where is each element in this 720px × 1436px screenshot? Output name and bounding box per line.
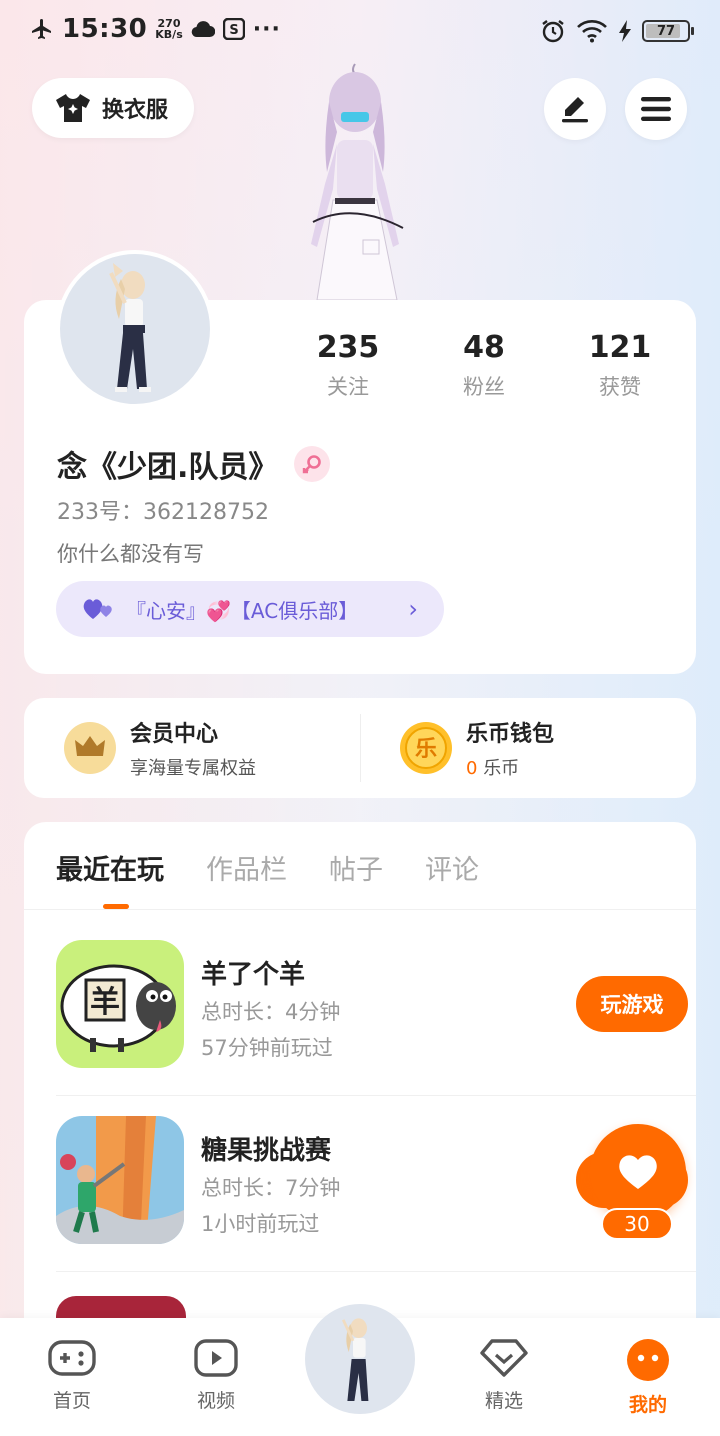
change-outfit-button[interactable]: 换衣服 (32, 78, 194, 138)
hamburger-menu-icon (641, 97, 671, 121)
followers-label: 粉丝 (463, 375, 505, 399)
avatar-frame[interactable] (56, 250, 214, 408)
heart-icon (619, 1155, 657, 1189)
likes-stat[interactable]: 121 获赞 (552, 330, 688, 401)
svg-text:羊: 羊 (90, 985, 120, 1020)
game-duration: 总时长：7分钟 (201, 1176, 341, 1200)
game-name: 羊了个羊 (201, 960, 306, 990)
nav-mine[interactable]: 我的 (603, 1338, 693, 1417)
character-figure[interactable] (283, 62, 428, 302)
following-label: 关注 (327, 375, 369, 399)
sheep-game-icon: 羊 (56, 940, 184, 1068)
likes-label: 获赞 (599, 375, 641, 399)
hearts-icon (83, 599, 112, 619)
battery-indicator: 77 (642, 20, 694, 42)
status-bar: 15:30 270 KB/s S ··· 77 (0, 0, 720, 64)
game-duration: 总时长：4分钟 (201, 1000, 341, 1024)
net-speed: 270 KB/s (155, 17, 183, 41)
club-badge-button[interactable]: 『心安』💞【AC俱乐部】 › (56, 581, 444, 637)
female-gender-icon (294, 446, 331, 482)
cloud-icon (191, 21, 215, 38)
crown-icon (64, 722, 116, 774)
featured-gem-icon (480, 1339, 528, 1377)
nav-video[interactable]: 视频 (171, 1338, 261, 1413)
avatar-figure (109, 263, 151, 392)
nickname: 念《少团.队员》 (57, 450, 279, 485)
user-id: 233号：362128752 (57, 500, 269, 525)
nav-center-avatar[interactable] (305, 1304, 415, 1414)
content-tabs: 最近在玩 作品栏 帖子 评论 (24, 822, 696, 910)
chevron-right-icon: › (408, 595, 418, 623)
tshirt-icon (56, 94, 90, 122)
content-panel: 最近在玩 作品栏 帖子 评论 羊 羊了个羊 总时长：4分钟 57分钟前玩过 玩游… (24, 822, 696, 1342)
game-last-played: 57分钟前玩过 (201, 1036, 333, 1060)
followers-stat[interactable]: 48 粉丝 (416, 330, 552, 401)
charging-icon (619, 20, 631, 42)
game-name: 糖果挑战赛 (201, 1136, 332, 1166)
wallet-title: 乐币钱包 (466, 722, 555, 747)
member-wallet-card: 会员中心 享海量专属权益 乐 乐币钱包 0 乐币 (24, 698, 696, 798)
tab-comments[interactable]: 评论 (425, 848, 479, 909)
pen-icon (562, 97, 588, 123)
more-notifications-icon: ··· (252, 16, 281, 42)
play-game-button[interactable]: 玩游戏 (576, 976, 688, 1032)
candy-challenge-game-icon (56, 1116, 184, 1244)
svg-text:S: S (229, 23, 238, 38)
following-stat[interactable]: 235 关注 (280, 330, 416, 401)
profile-stats: 235 关注 48 粉丝 121 获赞 (280, 330, 690, 401)
divider (360, 714, 361, 782)
nav-featured-label: 精选 (484, 1390, 523, 1412)
menu-button[interactable] (625, 78, 687, 140)
member-center-title: 会员中心 (130, 722, 219, 747)
nav-home[interactable]: 首页 (27, 1338, 117, 1413)
following-count: 235 (316, 330, 380, 365)
nav-mine-label: 我的 (628, 1394, 667, 1416)
gamepad-icon (48, 1340, 96, 1376)
member-center-entry[interactable]: 会员中心 享海量专属权益 (24, 716, 360, 780)
tab-recently-played[interactable]: 最近在玩 (56, 848, 164, 909)
video-play-icon (194, 1339, 238, 1377)
nickname-row: 念《少团.队员》 (57, 442, 331, 486)
airplane-icon (32, 19, 51, 39)
change-outfit-label: 换衣服 (102, 98, 169, 123)
nav-video-label: 视频 (196, 1390, 235, 1412)
avatar-figure (341, 1318, 369, 1401)
nav-featured[interactable]: 精选 (459, 1338, 549, 1413)
avatar (60, 254, 210, 404)
active-tab-indicator (103, 904, 129, 909)
like-button[interactable] (590, 1124, 686, 1220)
wifi-icon (577, 20, 607, 43)
profile-face-icon (627, 1339, 669, 1381)
coin-icon: 乐 (400, 722, 452, 774)
alarm-icon (542, 20, 564, 43)
tab-works[interactable]: 作品栏 (206, 848, 287, 909)
likes-count: 121 (588, 330, 652, 365)
wallet-balance: 0 乐币 (466, 758, 520, 779)
notification-app-icon: S (222, 18, 245, 40)
club-name: 『心安』💞【AC俱乐部】 (126, 598, 359, 623)
game-row[interactable]: 羊 羊了个羊 总时长：4分钟 57分钟前玩过 玩游戏 (56, 920, 696, 1096)
game-last-played: 1小时前玩过 (201, 1212, 320, 1236)
bio: 你什么都没有写 (57, 542, 204, 566)
wallet-entry[interactable]: 乐 乐币钱包 0 乐币 (360, 716, 696, 780)
tab-posts[interactable]: 帖子 (329, 848, 383, 909)
followers-count: 48 (463, 330, 505, 365)
clock: 15:30 (62, 14, 148, 44)
like-count: 30 (601, 1208, 673, 1240)
edit-profile-button[interactable] (544, 78, 606, 140)
svg-text:乐: 乐 (415, 737, 437, 762)
member-center-subtitle: 享海量专属权益 (130, 758, 256, 779)
nav-home-label: 首页 (52, 1390, 91, 1412)
